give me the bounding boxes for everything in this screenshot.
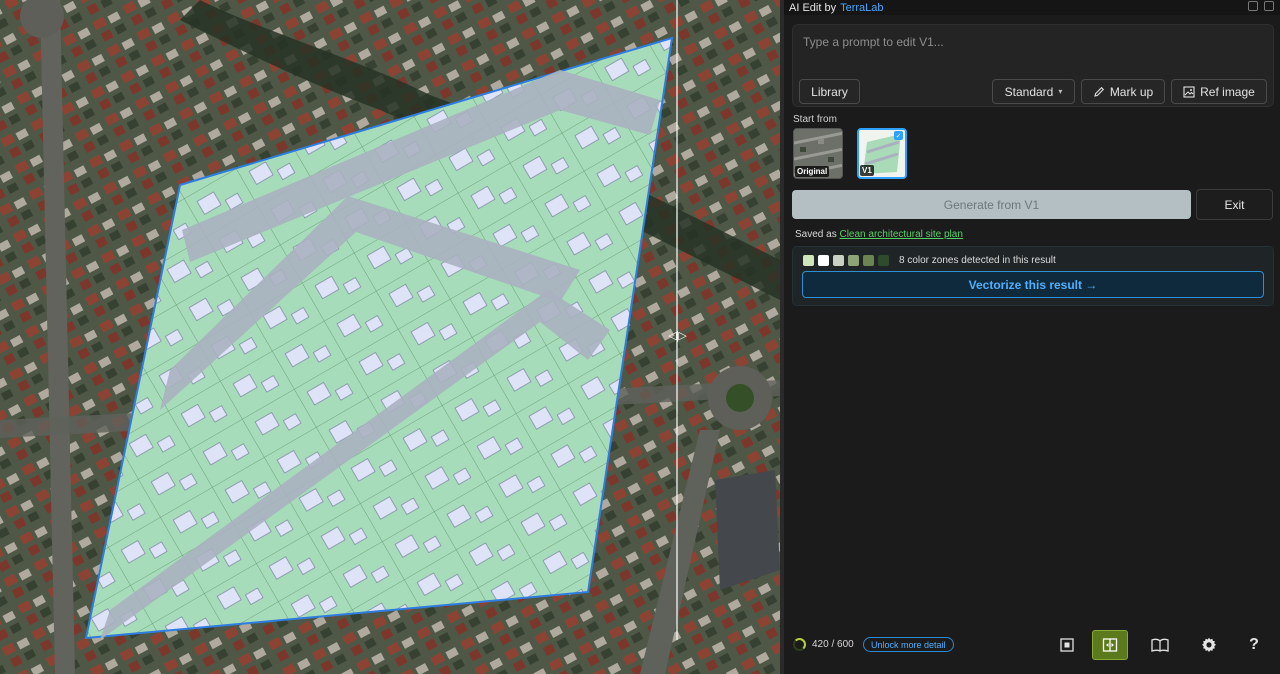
- color-swatch: [833, 255, 844, 266]
- pencil-icon: [1094, 86, 1104, 97]
- credits-progress-icon: [793, 638, 806, 651]
- ref-image-button[interactable]: Ref image: [1171, 79, 1267, 104]
- start-from-label: Start from: [793, 114, 837, 125]
- quality-label: Standard: [1004, 84, 1054, 99]
- help-icon: ?: [1249, 636, 1259, 653]
- selected-check-icon: ✓: [894, 131, 903, 140]
- brand-link[interactable]: TerraLab: [840, 2, 883, 14]
- color-swatch: [803, 255, 814, 266]
- image-icon: [1183, 85, 1195, 98]
- close-panel-icon[interactable]: [1264, 1, 1274, 11]
- color-swatch: [818, 255, 829, 266]
- saved-preset-link[interactable]: Clean architectural site plan: [839, 229, 962, 240]
- exit-label: Exit: [1224, 197, 1245, 212]
- zones-detected-text: 8 color zones detected in this result: [899, 255, 1056, 266]
- saved-status: Saved as Clean architectural site plan: [795, 229, 963, 240]
- unlock-label: Unlock more detail: [871, 639, 946, 650]
- original-tag: Original: [795, 166, 830, 177]
- quality-dropdown[interactable]: Standard ▾: [992, 79, 1075, 104]
- prompt-box: Library Standard ▾ Mark up Ref image: [792, 24, 1274, 107]
- thumbnail-original[interactable]: Original: [793, 128, 843, 179]
- credits-count: 420 / 600: [812, 639, 854, 650]
- thumbnail-v1[interactable]: ✓ V1: [857, 128, 907, 179]
- gear-icon: [1202, 637, 1216, 652]
- ai-edit-panel: AI Edit by TerraLab Library Standard ▾ M…: [784, 0, 1280, 674]
- panel-footer: 420 / 600 Unlock more detail ?: [784, 628, 1280, 662]
- saved-prefix: Saved as: [795, 229, 837, 240]
- markup-label: Mark up: [1109, 84, 1154, 99]
- prompt-input[interactable]: [803, 35, 1263, 49]
- exit-button[interactable]: Exit: [1196, 189, 1273, 220]
- book-icon: [1151, 638, 1169, 652]
- float-window-icon[interactable]: [1248, 1, 1258, 11]
- compare-icon: [1102, 638, 1118, 652]
- frame-tool-button[interactable]: [1049, 630, 1085, 660]
- generate-label: Generate from V1: [943, 197, 1040, 212]
- library-label: Library: [811, 84, 848, 99]
- unlock-detail-button[interactable]: Unlock more detail: [863, 637, 954, 652]
- generate-button[interactable]: Generate from V1: [792, 190, 1191, 219]
- library-button[interactable]: Library: [799, 79, 860, 104]
- markup-button[interactable]: Mark up: [1081, 79, 1165, 104]
- help-button[interactable]: ?: [1236, 630, 1272, 660]
- color-swatches: [803, 255, 889, 266]
- v1-tag: V1: [860, 165, 874, 176]
- vectorize-label: Vectorize this result →: [968, 277, 1098, 292]
- compare-tool-button[interactable]: [1092, 630, 1128, 660]
- color-swatch: [863, 255, 874, 266]
- frame-icon: [1060, 638, 1074, 652]
- vectorize-button[interactable]: Vectorize this result →: [802, 271, 1264, 298]
- ref-image-label: Ref image: [1200, 84, 1255, 99]
- color-zones-box: 8 color zones detected in this result Ve…: [792, 246, 1274, 306]
- map-canvas[interactable]: ◁|▷: [0, 0, 780, 674]
- color-swatch: [848, 255, 859, 266]
- color-swatch: [878, 255, 889, 266]
- guide-button[interactable]: [1142, 630, 1178, 660]
- panel-titlebar: AI Edit by TerraLab: [784, 0, 1280, 15]
- compare-slider-handle[interactable]: ◁|▷: [663, 326, 691, 344]
- panel-title: AI Edit by: [789, 1, 837, 14]
- caret-down-icon: ▾: [1058, 87, 1063, 96]
- settings-button[interactable]: [1191, 630, 1227, 660]
